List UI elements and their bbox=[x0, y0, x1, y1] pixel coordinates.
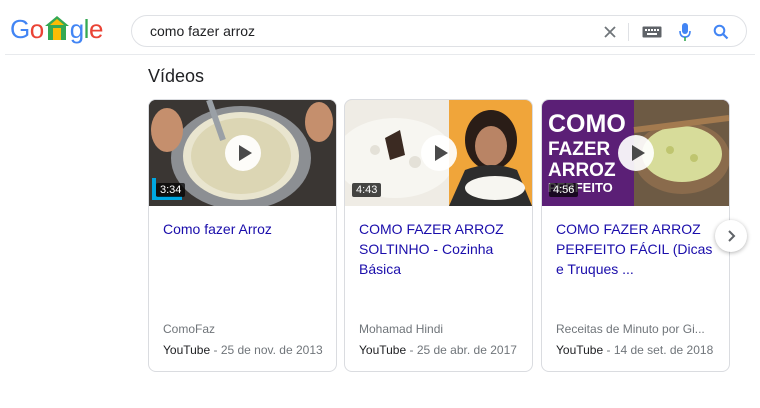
video-title-link[interactable]: COMO FAZER ARROZ SOLTINHO - Cozinha Bási… bbox=[359, 219, 519, 279]
video-duration: 4:56 bbox=[549, 183, 579, 197]
video-card[interactable]: COMO FAZER ARROZ PERFEITO 4:56 COMO FAZE… bbox=[541, 99, 730, 372]
keyboard-icon[interactable] bbox=[641, 22, 663, 42]
video-channel: Mohamad Hindi bbox=[359, 322, 444, 336]
video-channel: ComoFaz bbox=[163, 322, 216, 336]
video-thumbnail[interactable]: 3:34 bbox=[149, 100, 336, 206]
video-source: YouTube bbox=[556, 343, 604, 357]
logo-letter-e: e bbox=[88, 14, 103, 44]
close-icon[interactable] bbox=[600, 22, 620, 42]
svg-text:ARROZ: ARROZ bbox=[548, 160, 616, 181]
svg-text:FAZER: FAZER bbox=[548, 139, 611, 160]
logo-letter-g2: g bbox=[69, 14, 84, 44]
video-date: - 14 de set. de 2018 bbox=[603, 343, 714, 357]
video-channel: Receitas de Minuto por Gi... bbox=[556, 322, 705, 336]
logo-letter-o: o bbox=[29, 14, 44, 44]
video-duration: 4:43 bbox=[352, 183, 382, 197]
video-thumbnail[interactable]: COMO FAZER ARROZ PERFEITO 4:56 bbox=[542, 100, 729, 206]
video-title-link[interactable]: Como fazer Arroz bbox=[163, 219, 323, 239]
microphone-icon[interactable] bbox=[675, 22, 695, 42]
play-icon[interactable] bbox=[225, 135, 261, 171]
video-meta: YouTube - 14 de set. de 2018 bbox=[556, 343, 729, 357]
search-divider bbox=[628, 23, 629, 41]
video-card[interactable]: 4:43 COMO FAZER ARROZ SOLTINHO - Cozinha… bbox=[344, 99, 533, 372]
video-thumbnail[interactable]: 4:43 bbox=[345, 100, 532, 206]
header-divider bbox=[5, 54, 755, 55]
video-card[interactable]: 3:34 Como fazer Arroz ComoFaz YouTube - … bbox=[148, 99, 337, 372]
video-meta: YouTube - 25 de nov. de 2013 bbox=[163, 343, 336, 357]
video-title-link[interactable]: COMO FAZER ARROZ PERFEITO FÁCIL (Dicas e… bbox=[556, 219, 716, 279]
google-logo[interactable]: Go gle bbox=[10, 14, 103, 46]
play-icon[interactable] bbox=[421, 135, 457, 171]
search-input[interactable]: como fazer arroz bbox=[150, 23, 255, 39]
logo-letter-g: G bbox=[10, 14, 30, 44]
svg-text:COMO: COMO bbox=[548, 110, 626, 138]
videos-section-title: Vídeos bbox=[148, 66, 205, 86]
chevron-right-icon bbox=[728, 230, 736, 242]
play-icon[interactable] bbox=[618, 135, 654, 171]
carousel-next-button[interactable] bbox=[715, 220, 747, 252]
search-icon[interactable] bbox=[711, 22, 731, 42]
video-source: YouTube bbox=[359, 343, 407, 357]
video-date: - 25 de abr. de 2017 bbox=[406, 343, 517, 357]
video-date: - 25 de nov. de 2013 bbox=[210, 343, 323, 357]
video-duration: 3:34 bbox=[156, 183, 186, 197]
house-doodle-icon bbox=[44, 15, 69, 41]
search-box[interactable]: como fazer arroz bbox=[131, 15, 747, 47]
video-meta: YouTube - 25 de abr. de 2017 bbox=[359, 343, 532, 357]
video-source: YouTube bbox=[163, 343, 211, 357]
